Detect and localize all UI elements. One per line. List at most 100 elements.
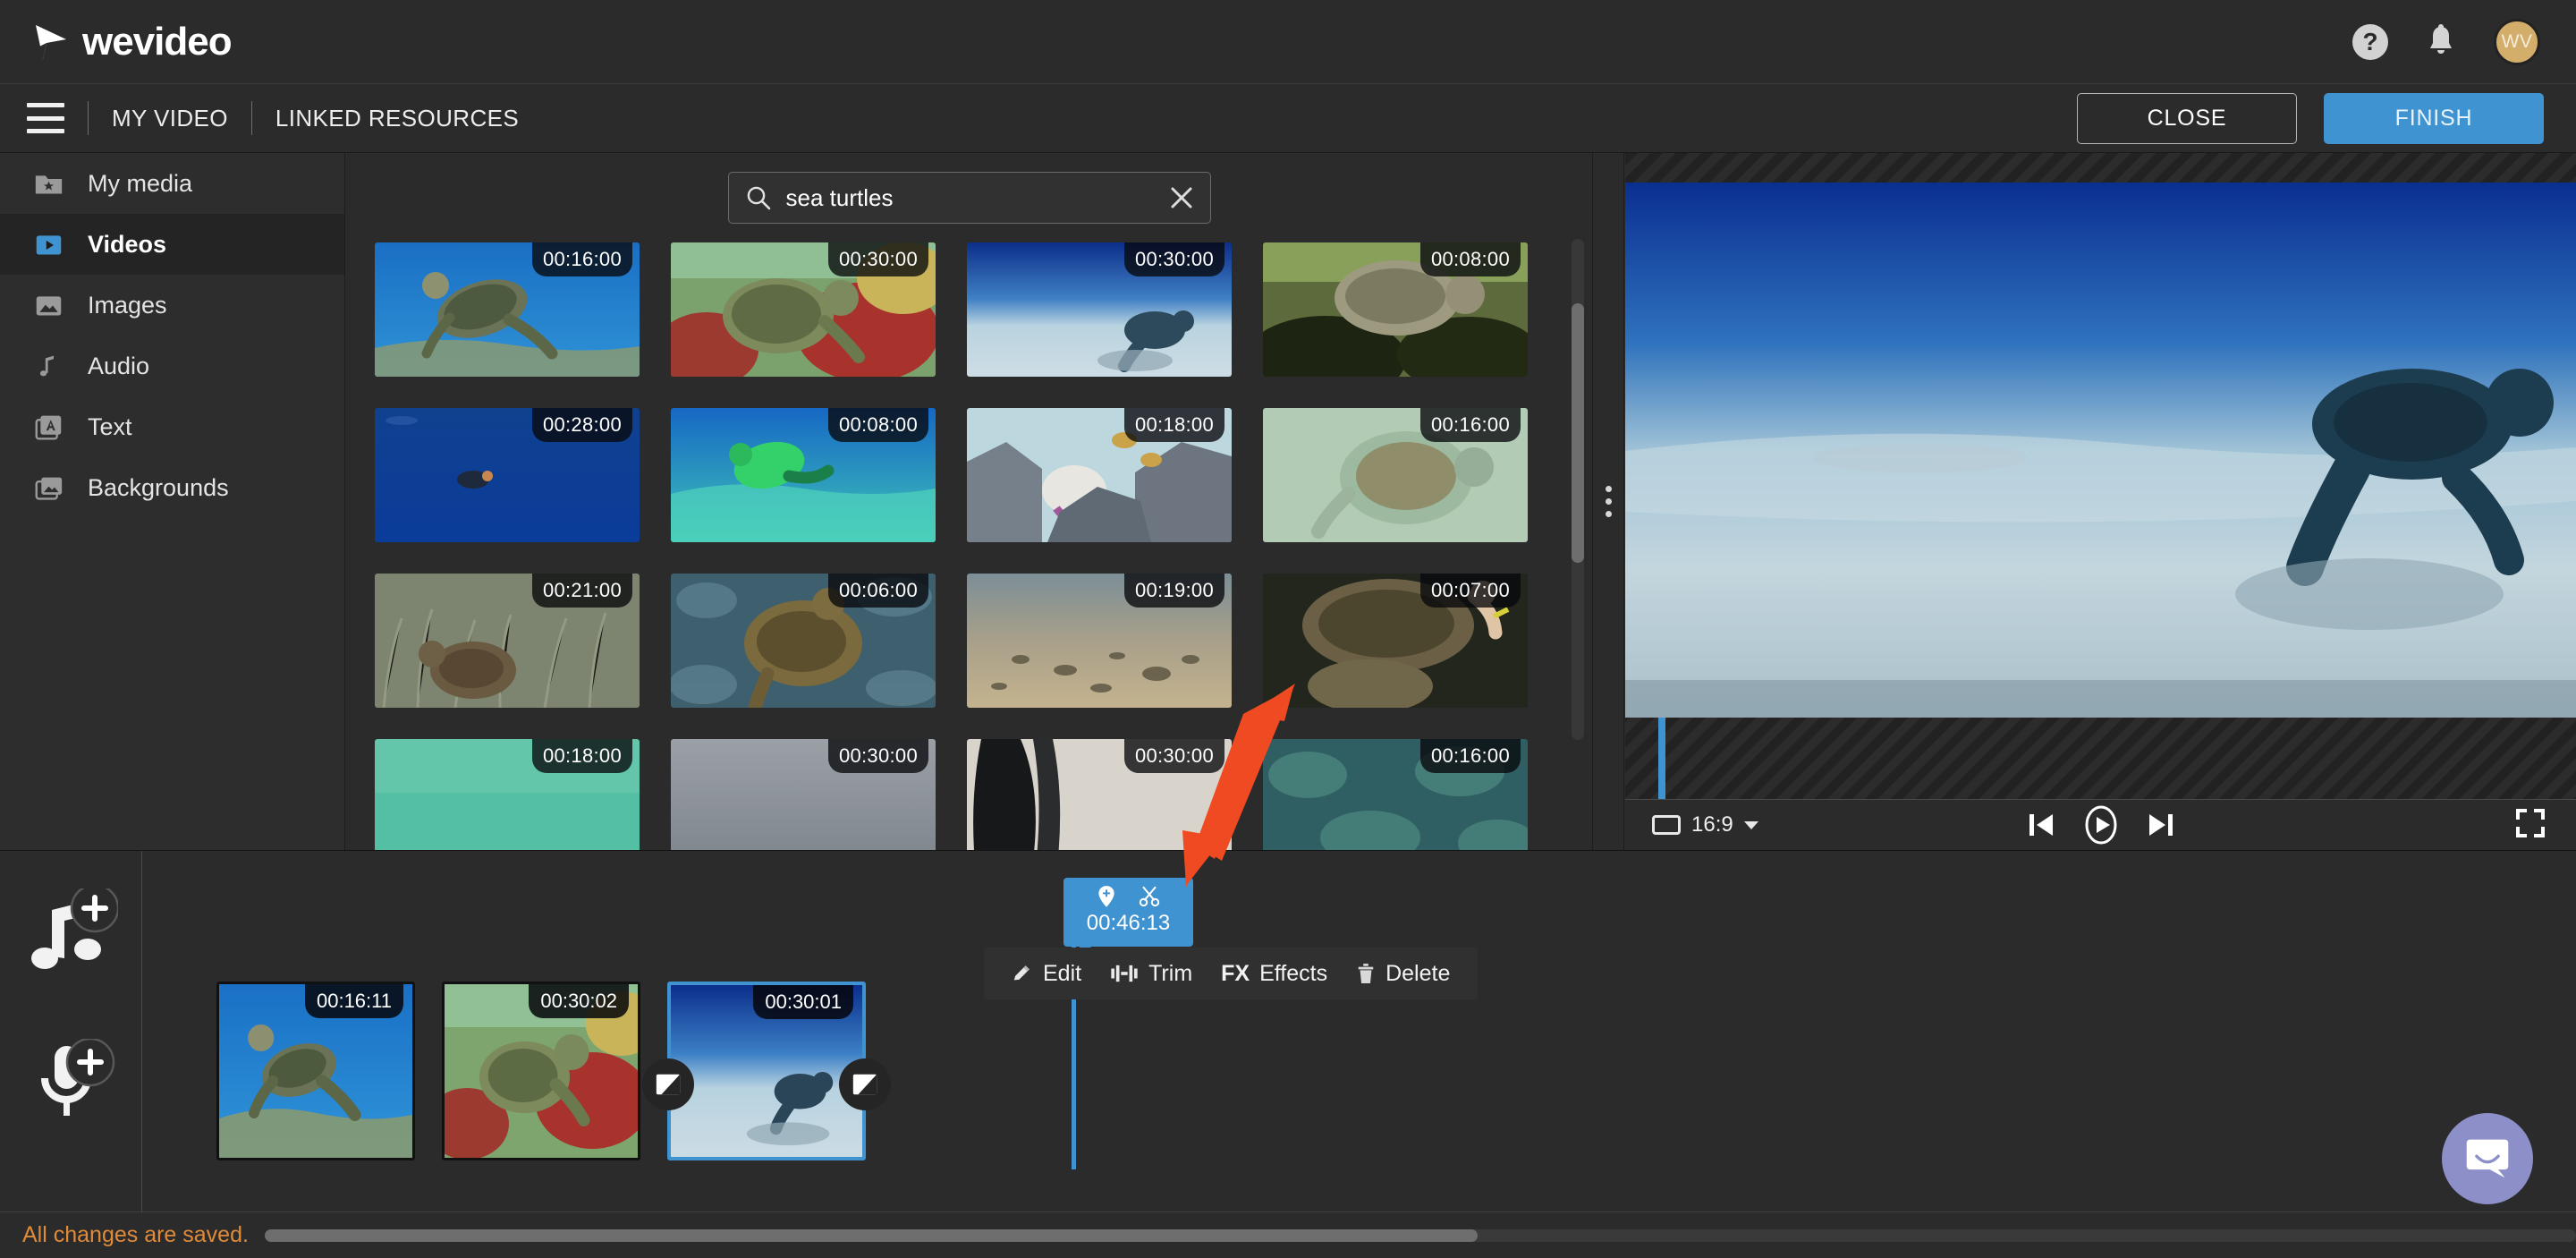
playhead-flag-icons [1063, 878, 1193, 910]
media-thumbnail[interactable]: 00:16:00 [375, 242, 640, 377]
play-triangle-logo-icon [36, 24, 66, 59]
wevideo-editor-window: wevideo ? WV MY VIDEO LINKED RESOURCES C… [0, 0, 2576, 1258]
sidebar-item-text[interactable]: Text [0, 396, 344, 457]
media-grid-scroll-area[interactable]: 00:16:00 00:30:00 00:30:00 00:08:00 00:2… [346, 242, 1592, 850]
search-icon [747, 186, 770, 210]
pencil-icon [1013, 965, 1030, 981]
sidebar-item-backgrounds[interactable]: Backgrounds [0, 457, 344, 518]
clip-duration-badge: 00:30:01 [753, 985, 853, 1019]
brand-name: wevideo [82, 19, 233, 64]
media-thumbnail[interactable]: 00:06:00 [671, 574, 936, 708]
fullscreen-icon[interactable] [2515, 808, 2546, 843]
nav-divider [250, 101, 252, 135]
sidebar-item-images[interactable]: Images [0, 275, 344, 336]
transition-icon-left[interactable] [642, 1058, 694, 1110]
media-thumbnail[interactable]: 00:18:00 [375, 739, 640, 850]
media-thumbnail[interactable]: 00:28:00 [375, 408, 640, 542]
skip-next-icon[interactable] [2148, 811, 2174, 839]
sidebar-label: Text [88, 412, 132, 440]
transition-icon [852, 1074, 877, 1095]
preview-player: 16:9 [1625, 153, 2576, 850]
media-thumbnail[interactable]: 00:16:00 [1263, 408, 1528, 542]
editor-nav-bar: MY VIDEO LINKED RESOURCES CLOSE FINISH [0, 84, 2576, 153]
intercom-chat-icon [2466, 1139, 2509, 1178]
media-thumbnail[interactable]: 00:08:00 [671, 408, 936, 542]
sidebar-label: My media [88, 169, 193, 197]
context-menu-edit[interactable]: Edit [1002, 961, 1091, 987]
search-box[interactable] [727, 172, 1211, 224]
timeline-horizontal-scrollbar[interactable] [264, 1228, 2576, 1242]
media-thumbnail[interactable]: 00:30:00 [967, 242, 1232, 377]
scissors-icon[interactable] [1139, 886, 1160, 907]
help-circle-icon[interactable]: ? [2352, 23, 2388, 60]
aspect-ratio-value: 16:9 [1691, 812, 1733, 837]
hamburger-menu-icon[interactable] [27, 103, 64, 133]
duration-badge: 00:18:00 [531, 739, 632, 773]
media-thumbnail[interactable]: 00:30:00 [671, 242, 936, 377]
play-circle-icon[interactable] [2081, 805, 2121, 845]
timeline-tools [0, 851, 142, 1212]
sidebar-item-my-media[interactable]: My media [0, 153, 344, 214]
add-microphone-icon[interactable] [25, 1037, 118, 1129]
preview-stage[interactable] [1625, 153, 2576, 799]
media-grid: 00:16:00 00:30:00 00:30:00 00:08:00 00:2… [346, 242, 1592, 850]
duration-badge: 00:30:00 [827, 242, 928, 276]
avatar-initials: WV [2501, 30, 2533, 52]
notification-bell-icon[interactable] [2426, 23, 2456, 60]
media-thumbnail[interactable]: 00:07:00 [1263, 574, 1528, 708]
nav-divider [88, 101, 89, 135]
timeline-clip[interactable]: 00:16:11 [216, 982, 415, 1160]
brand-bar-actions: ? WV [2352, 18, 2540, 65]
location-marker-icon[interactable] [1097, 885, 1115, 908]
context-menu-delete[interactable]: Delete [1346, 961, 1460, 987]
media-thumbnail[interactable]: 00:08:00 [1263, 242, 1528, 377]
chevron-down-icon [1743, 820, 1758, 829]
playhead-flag[interactable]: 00:46:13 [1063, 878, 1193, 947]
preview-progress-indicator[interactable] [1658, 718, 1665, 799]
media-thumbnail[interactable]: 00:21:00 [375, 574, 640, 708]
sidebar-label: Audio [88, 352, 150, 379]
context-menu-trim[interactable]: Trim [1100, 961, 1202, 987]
sidebar-label: Backgrounds [88, 473, 229, 501]
context-menu-label: Edit [1043, 960, 1082, 986]
media-thumbnail[interactable]: 00:18:00 [967, 408, 1232, 542]
finish-button[interactable]: FINISH [2324, 92, 2544, 144]
duration-badge: 00:16:00 [1419, 739, 1521, 773]
media-thumbnail[interactable]: 00:19:00 [967, 574, 1232, 708]
timeline-track[interactable]: 00:16:11 00:30:02 00:30:01 00:46:13 [143, 851, 2576, 1212]
close-button[interactable]: CLOSE [2077, 92, 2297, 144]
user-avatar[interactable]: WV [2494, 18, 2540, 65]
duration-badge: 00:28:00 [531, 408, 632, 442]
search-row [346, 153, 1592, 242]
sidebar-label: Videos [88, 230, 167, 258]
aspect-ratio-selector[interactable]: 16:9 [1652, 812, 1758, 837]
skip-previous-icon[interactable] [2028, 811, 2055, 839]
context-menu-effects[interactable]: FX Effects [1211, 961, 1337, 987]
help-glyph: ? [2362, 27, 2378, 55]
transition-icon-right[interactable] [839, 1058, 891, 1110]
close-x-icon[interactable] [1169, 185, 1194, 210]
add-music-note-icon[interactable] [25, 883, 120, 979]
wevideo-logo[interactable]: wevideo [32, 19, 233, 64]
duration-badge: 00:16:00 [1419, 408, 1521, 442]
media-thumbnail[interactable]: 00:30:00 [967, 739, 1232, 850]
video-play-icon [32, 228, 64, 260]
fx-icon: FX [1221, 960, 1250, 986]
duration-badge: 00:18:00 [1123, 408, 1224, 442]
search-input[interactable] [785, 183, 1155, 212]
media-grid-scrollbar[interactable] [1572, 239, 1584, 740]
sidebar-item-videos[interactable]: Videos [0, 214, 344, 275]
timeline-clip-selected[interactable]: 00:30:01 [667, 982, 866, 1160]
nav-item-linked-resources[interactable]: LINKED RESOURCES [275, 105, 519, 132]
media-thumbnail[interactable]: 00:16:00 [1263, 739, 1528, 850]
panel-resize-handle[interactable] [1592, 153, 1624, 850]
clip-duration-badge: 00:30:02 [529, 984, 629, 1018]
timeline-panel: 00:16:11 00:30:02 00:30:01 00:46:13 [0, 850, 2576, 1212]
intercom-chat-button[interactable] [2442, 1113, 2533, 1204]
context-menu-label: Effects [1259, 960, 1328, 986]
sidebar-item-audio[interactable]: Audio [0, 336, 344, 396]
trim-icon [1111, 965, 1138, 982]
media-thumbnail[interactable]: 00:30:00 [671, 739, 936, 850]
nav-item-my-video[interactable]: MY VIDEO [112, 105, 228, 132]
timeline-clip[interactable]: 00:30:02 [442, 982, 640, 1160]
